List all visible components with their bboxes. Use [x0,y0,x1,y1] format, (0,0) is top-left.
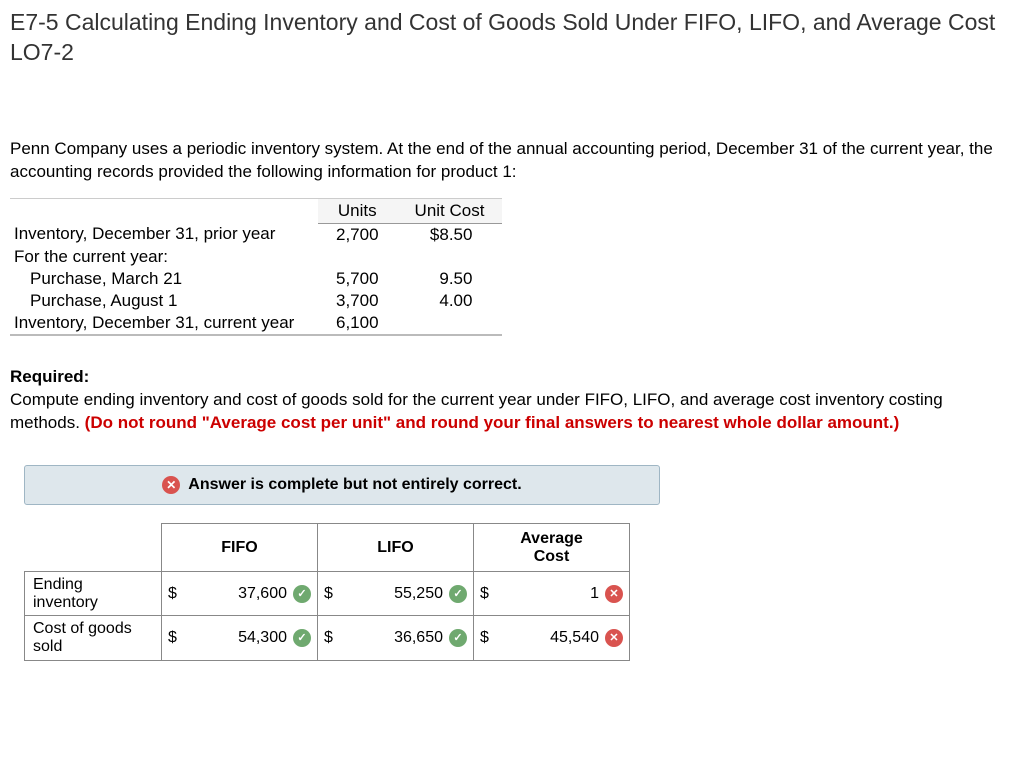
answer-input[interactable]: 55,250 [338,585,449,603]
intro-text: Penn Company uses a periodic inventory s… [10,138,1014,184]
check-icon: ✓ [449,629,467,647]
table-row: Inventory, December 31, prior year 2,700… [10,223,502,246]
col-lifo: LIFO [318,523,474,571]
feedback-text: Answer is complete but not entirely corr… [188,476,521,494]
answer-input[interactable]: 1 [494,585,605,603]
dollar-sign: $ [480,629,494,647]
table-row: Cost of goodssold $ 54,300 ✓ $ 36,650 ✓ … [25,616,630,660]
check-icon: ✓ [449,585,467,603]
answer-input[interactable]: 45,540 [494,629,605,647]
dollar-sign: $ [168,585,182,603]
table-row: Inventory, December 31, current year 6,1… [10,312,502,335]
cross-icon: ✕ [605,629,623,647]
col-units: Units [318,198,397,223]
check-icon: ✓ [293,585,311,603]
required-label: Required: [10,367,89,386]
table-row: Purchase, March 21 5,700 9.50 [10,268,502,290]
table-row: Endinginventory $ 37,600 ✓ $ 55,250 ✓ $ … [25,572,630,616]
feedback-bar: ✕ Answer is complete but not entirely co… [24,465,660,505]
required-block: Required: Compute ending inventory and c… [10,366,1014,435]
dollar-sign: $ [324,585,338,603]
info-table: Units Unit Cost Inventory, December 31, … [10,198,502,336]
cross-icon: ✕ [605,585,623,603]
answer-input[interactable]: 36,650 [338,629,449,647]
required-note: (Do not round "Average cost per unit" an… [85,413,900,432]
row-label: Cost of goodssold [25,616,162,660]
dollar-sign: $ [480,585,494,603]
dollar-sign: $ [168,629,182,647]
check-icon: ✓ [293,629,311,647]
table-row: For the current year: [10,246,502,268]
col-fifo: FIFO [162,523,318,571]
table-row: Purchase, August 1 3,700 4.00 [10,290,502,312]
answer-table: FIFO LIFO AverageCost Endinginventory $ … [24,523,630,661]
answer-input[interactable]: 37,600 [182,585,293,603]
dollar-sign: $ [324,629,338,647]
cross-icon: ✕ [162,476,180,494]
answer-input[interactable]: 54,300 [182,629,293,647]
page-title: E7-5 Calculating Ending Inventory and Co… [10,8,1014,68]
empty-corner [25,523,162,571]
row-label: Endinginventory [25,572,162,616]
col-unit-cost: Unit Cost [397,198,503,223]
col-avg: AverageCost [474,523,630,571]
